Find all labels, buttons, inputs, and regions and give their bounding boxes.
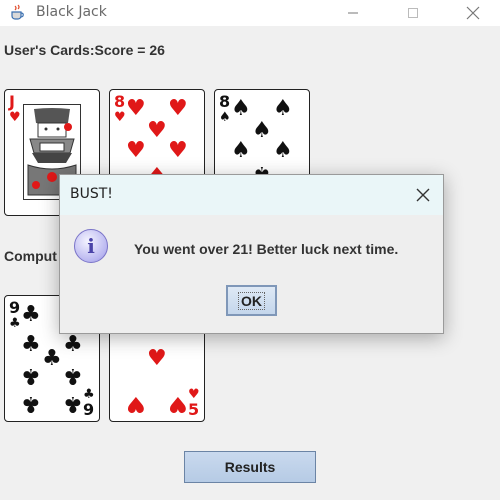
bust-dialog: BUST! i You went over 21! Better luck ne… <box>59 174 444 334</box>
club-pip: ♣ <box>63 363 83 388</box>
card-rank: 8 <box>219 92 231 111</box>
card-suit: ♥ <box>114 110 126 125</box>
club-pip: ♣ <box>21 391 41 416</box>
computer-score-label: Comput <box>4 248 57 264</box>
dialog-message: You went over 21! Better luck next time. <box>134 241 399 257</box>
heart-pip: ♥ <box>168 96 188 121</box>
heart-pip: ♥ <box>147 346 167 371</box>
club-pip: ♣ <box>21 302 41 327</box>
window-title: Black Jack <box>36 4 107 20</box>
user-score-label: User's Cards:Score = 26 <box>4 42 165 58</box>
dialog-title: BUST! <box>70 186 113 202</box>
spade-pip: ♠ <box>273 138 293 163</box>
spade-pip: ♠ <box>273 96 293 121</box>
java-coffee-icon <box>9 4 26 21</box>
card-rank: 8 <box>114 92 126 111</box>
minimize-button[interactable] <box>330 0 376 26</box>
close-window-button[interactable] <box>450 0 496 26</box>
club-pip: ♣ <box>21 363 41 388</box>
club-pip: ♣ <box>63 391 83 416</box>
heart-pip: ♥ <box>147 118 167 143</box>
close-icon[interactable] <box>411 183 435 207</box>
card-rank: J <box>9 92 15 111</box>
card-rank: 9 <box>9 298 21 317</box>
ok-button-label: OK <box>238 291 265 310</box>
club-pip: ♣ <box>63 332 83 357</box>
dialog-title-bar: BUST! <box>60 175 443 215</box>
info-icon: i <box>74 229 108 263</box>
heart-pip: ♥ <box>126 138 146 163</box>
club-pip: ♣ <box>21 332 41 357</box>
heart-pip: ♥ <box>168 391 188 416</box>
club-pip: ♣ <box>42 346 62 371</box>
heart-pip: ♥ <box>126 391 146 416</box>
spade-pip: ♠ <box>231 138 251 163</box>
spade-pip: ♠ <box>252 118 272 143</box>
results-button[interactable]: Results <box>184 451 316 483</box>
maximize-button[interactable] <box>390 0 436 26</box>
ok-button[interactable]: OK <box>226 285 277 316</box>
heart-pip: ♥ <box>168 138 188 163</box>
card-suit: ♥ <box>9 110 21 125</box>
card-rank-corner: 5 <box>188 400 200 419</box>
card-rank-corner: 9 <box>83 400 95 419</box>
card-suit: ♠ <box>219 110 231 125</box>
card-suit: ♣ <box>9 316 21 331</box>
heart-pip: ♥ <box>126 96 146 121</box>
title-bar: Black Jack <box>0 0 500 26</box>
spade-pip: ♠ <box>231 96 251 121</box>
